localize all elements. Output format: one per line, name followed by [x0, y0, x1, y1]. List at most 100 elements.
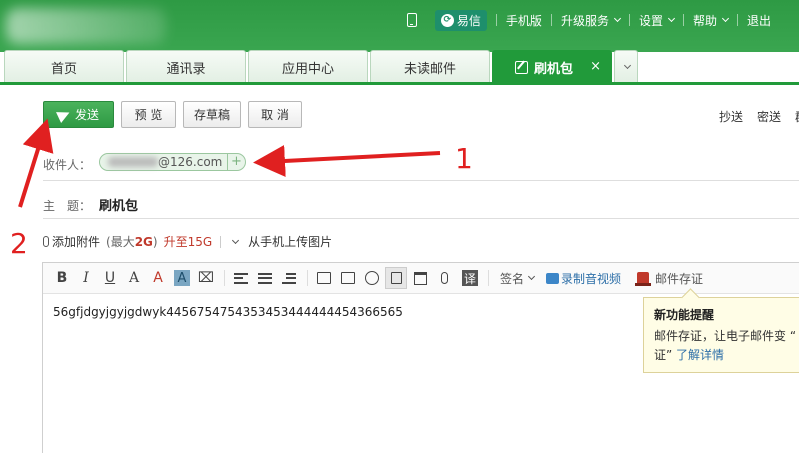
tab-underline — [0, 82, 799, 85]
image-frame — [317, 272, 331, 284]
emoji-icon[interactable] — [361, 267, 383, 289]
toolbar-separator — [224, 270, 225, 286]
edit-icon — [515, 60, 528, 74]
subject-label: 主 题： — [43, 199, 92, 213]
font-color-button[interactable]: A — [147, 267, 169, 289]
top-nav: ⟳ 易信 手机版 升级服务 设置 帮助 退出 — [398, 0, 799, 40]
calendar-shape — [413, 271, 427, 285]
limit-suffix: ) — [152, 235, 158, 249]
tab-apps[interactable]: 应用中心 — [248, 50, 368, 83]
blurred-logo — [6, 8, 166, 44]
bold-button[interactable]: B — [51, 267, 73, 289]
screenshot-frame — [341, 272, 355, 284]
mail-certify-button[interactable]: 邮件存证 — [635, 270, 704, 287]
nav-logout-label: 退出 — [746, 13, 771, 28]
nav-settings[interactable]: 设置 — [630, 12, 683, 29]
video-icon — [546, 272, 560, 284]
send-label: 发送 — [74, 108, 99, 122]
signature-label: 签名 — [500, 271, 525, 286]
chevron-down-icon — [613, 14, 621, 23]
image-icon[interactable] — [313, 267, 335, 289]
upload-from-phone-link[interactable]: 从手机上传图片 — [248, 233, 332, 250]
tab-unread[interactable]: 未读邮件 — [370, 50, 490, 83]
bcc-link[interactable]: 密送 — [757, 108, 781, 125]
editor-body[interactable]: 56gfjdgyjgyjgdwyk44567547543534534444444… — [53, 305, 403, 319]
record-video-label: 录制音视频 — [561, 271, 622, 286]
editor-toolbar: B I U A A A ⌧ 译 签名 录制音视频 邮件存证 — [43, 263, 799, 294]
calendar-icon[interactable] — [409, 267, 431, 289]
tab-bar: 首页 通讯录 应用中心 未读邮件 刷机包 × — [4, 50, 638, 83]
cc-link[interactable]: 抄送 — [719, 108, 743, 125]
tab-label: 首页 — [50, 61, 77, 77]
nav-yixin-label: 易信 — [456, 13, 481, 28]
nav-help[interactable]: 帮助 — [684, 12, 737, 29]
screenshot-icon[interactable] — [337, 267, 359, 289]
align-lines — [234, 272, 248, 284]
mobile-icon-item[interactable] — [398, 13, 426, 27]
close-icon[interactable]: × — [590, 59, 601, 74]
nav-help-label: 帮助 — [692, 13, 717, 28]
recipient-chip[interactable]: @126.com + — [99, 153, 246, 171]
learn-more-link[interactable]: 了解详情 — [676, 348, 724, 362]
upgrade-storage-link[interactable]: 升至15G — [164, 233, 213, 250]
highlight-button[interactable]: A — [174, 270, 190, 286]
annotation-number-2: 2 — [10, 227, 28, 260]
new-feature-tooltip: 新功能提醒 邮件存证，让电子邮件变 “ 证” 了解详情 — [643, 297, 799, 373]
chevron-down-icon — [721, 14, 730, 23]
save-draft-button[interactable]: 存草稿 — [183, 101, 241, 128]
record-video-button[interactable]: 录制音视频 — [546, 270, 621, 287]
format-brush-icon[interactable]: ⌧ — [195, 267, 217, 289]
tooltip-line-1: 邮件存证，让电子邮件变 “ — [654, 329, 797, 343]
tab-label: 刷机包 — [534, 61, 574, 77]
tab-home[interactable]: 首页 — [4, 50, 124, 83]
template-icon[interactable] — [385, 267, 407, 289]
stamp-icon — [635, 272, 652, 286]
nav-mobile-version[interactable]: 手机版 — [497, 12, 551, 29]
font-size-button[interactable]: A — [123, 267, 145, 289]
nav-mobile-label: 手机版 — [505, 13, 542, 28]
translate-icon[interactable]: 译 — [462, 270, 478, 286]
bullet-list-icon[interactable] — [254, 267, 276, 289]
tab-label: 通讯录 — [166, 61, 206, 77]
send-button[interactable]: 发送 — [43, 101, 114, 128]
cancel-button[interactable]: 取 消 — [248, 101, 302, 128]
subject-input[interactable]: 刷机包 — [99, 195, 138, 214]
signature-dropdown[interactable]: 签名 — [500, 270, 536, 287]
microphone-icon[interactable] — [433, 267, 455, 289]
nav-logout[interactable]: 退出 — [738, 12, 799, 29]
list-lines — [258, 272, 272, 284]
tooltip-quote: 证” — [654, 348, 677, 362]
tooltip-body: 邮件存证，让电子邮件变 “ 证” 了解详情 — [654, 327, 799, 365]
align-icon[interactable] — [230, 267, 252, 289]
paperclip-icon — [43, 236, 49, 247]
annotation-number-1: 1 — [455, 142, 473, 175]
indent-lines — [282, 272, 296, 284]
italic-button[interactable]: I — [75, 267, 97, 289]
recipient-divider — [43, 180, 799, 181]
chevron-down-icon[interactable] — [232, 236, 240, 244]
top-bar: ⟳ 易信 手机版 升级服务 设置 帮助 退出 — [0, 0, 799, 52]
chevron-down-icon — [623, 61, 632, 70]
recipient-label: 收件人： — [43, 158, 92, 172]
add-recipient-icon[interactable]: + — [227, 154, 245, 170]
template-frame — [390, 272, 402, 284]
group-send-link[interactable]: 群 — [795, 108, 799, 125]
tab-contacts[interactable]: 通讯录 — [126, 50, 246, 83]
indent-icon[interactable] — [278, 267, 300, 289]
preview-button[interactable]: 预 览 — [121, 101, 176, 128]
yixin-icon: ⟳ — [440, 13, 454, 27]
nav-yixin[interactable]: ⟳ 易信 — [426, 9, 496, 31]
add-attachment-link[interactable]: 添加附件 — [52, 233, 100, 250]
underline-button[interactable]: U — [99, 267, 121, 289]
tab-more-button[interactable] — [614, 50, 638, 83]
chevron-down-icon — [667, 14, 676, 23]
nav-settings-label: 设置 — [638, 13, 663, 28]
mail-certify-label: 邮件存证 — [655, 271, 704, 286]
blurred-username — [108, 157, 158, 167]
nav-upgrade[interactable]: 升级服务 — [552, 12, 629, 29]
tab-label: 应用中心 — [281, 61, 334, 77]
tab-compose-active[interactable]: 刷机包 × — [492, 50, 612, 83]
paper-plane-icon — [56, 106, 72, 123]
recipient-domain: @126.com — [158, 155, 223, 169]
arrow-to-recipient — [253, 144, 441, 177]
